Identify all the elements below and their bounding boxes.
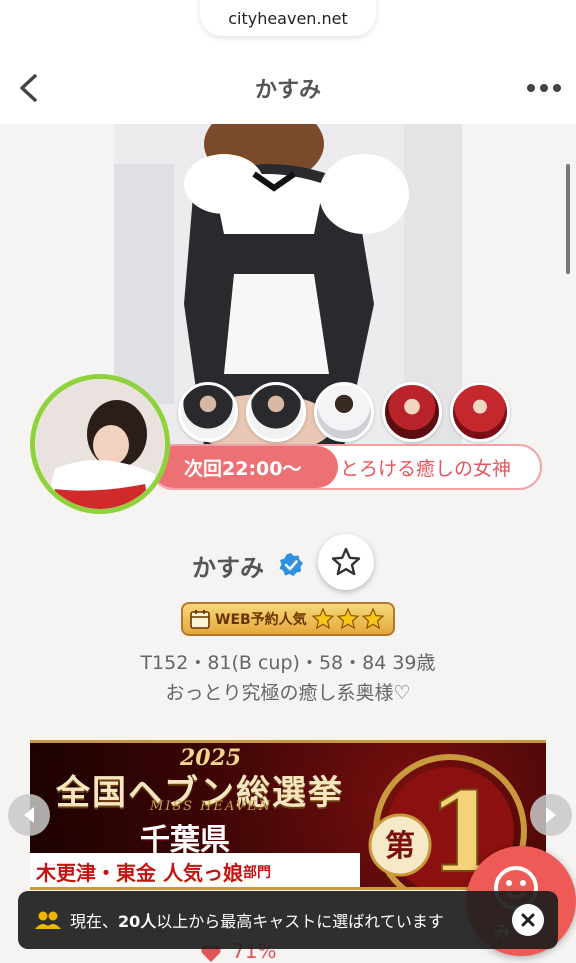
toast-count: 20人: [118, 912, 157, 931]
favorite-button[interactable]: [318, 534, 374, 590]
toast-close-button[interactable]: [512, 904, 544, 936]
url-text: cityheaven.net: [228, 8, 348, 28]
banner-subtitle: MISS HEAVEN: [150, 799, 272, 814]
star-icon: [311, 607, 335, 630]
carousel-prev-button[interactable]: [8, 794, 50, 836]
schedule-pill[interactable]: 次回22:00〜 とろける癒しの女神: [150, 444, 542, 490]
web-reservation-badge: WEB予約人気: [181, 602, 395, 636]
verified-check-icon: [279, 553, 303, 576]
close-icon: [521, 913, 535, 927]
back-button[interactable]: [12, 70, 44, 106]
more-button[interactable]: [526, 74, 562, 102]
rank-prefix: 第: [385, 829, 415, 864]
toast-prefix: 現在、: [70, 912, 119, 931]
name-row: かすみ: [0, 534, 576, 594]
url-bar[interactable]: cityheaven.net: [200, 0, 376, 36]
carousel-next-button[interactable]: [530, 794, 572, 836]
badge-stars: [311, 607, 385, 631]
more-dots-icon: [527, 84, 561, 92]
chevron-left-icon: [24, 807, 34, 823]
thumbnail[interactable]: [314, 382, 374, 442]
thumbnail[interactable]: [178, 382, 238, 442]
thumbnail[interactable]: [246, 382, 306, 442]
next-shift-label: 次回22:00〜: [152, 446, 338, 488]
back-arrow-icon: [20, 74, 37, 102]
star-icon: [336, 607, 360, 630]
avatar-image: [35, 379, 165, 509]
profile-measurements: T152・81(B cup)・58・84 39歳: [140, 652, 436, 674]
people-icon: [35, 911, 61, 929]
banner-category: 木更津・東金 人気っ娘 部門: [30, 853, 360, 887]
profile-info: T152・81(B cup)・58・84 39歳 おっとり究極の癒し系奥様♡: [0, 648, 576, 708]
badge-label: WEB予約人気: [215, 612, 307, 628]
toast-message: 現在、20人以上から最高キャストに選ばれています: [70, 908, 444, 932]
app-header: かすみ: [0, 52, 576, 124]
catchphrase-text: とろける癒しの女神: [340, 457, 512, 480]
notification-toast: 現在、20人以上から最高キャストに選ばれています: [18, 891, 558, 949]
photo-thumbnails: [178, 382, 510, 442]
cast-name: かすみ: [192, 554, 264, 582]
avatar[interactable]: [30, 374, 170, 514]
star-icon: [361, 607, 385, 630]
profile-tagline: おっとり究極の癒し系奥様♡: [165, 682, 411, 704]
scrollbar[interactable]: [566, 164, 570, 274]
calendar-icon: [190, 610, 210, 629]
chevron-right-icon: [546, 807, 556, 823]
banner-category-text: 木更津・東金 人気っ娘: [36, 861, 243, 885]
thumbnail[interactable]: [450, 382, 510, 442]
star-outline-icon: [331, 547, 361, 576]
thumbnail[interactable]: [382, 382, 442, 442]
page: cityheaven.net かすみ 次回22:00〜 とろける癒しの女神 かす…: [0, 0, 576, 963]
profile-content: 次回22:00〜 とろける癒しの女神 かすみ WEB予約人気 T152・81(B…: [0, 124, 576, 963]
page-title: かすみ: [254, 78, 321, 103]
banner-category-suffix: 部門: [242, 864, 271, 881]
toast-suffix: 以上から最高キャストに選ばれています: [156, 912, 444, 931]
